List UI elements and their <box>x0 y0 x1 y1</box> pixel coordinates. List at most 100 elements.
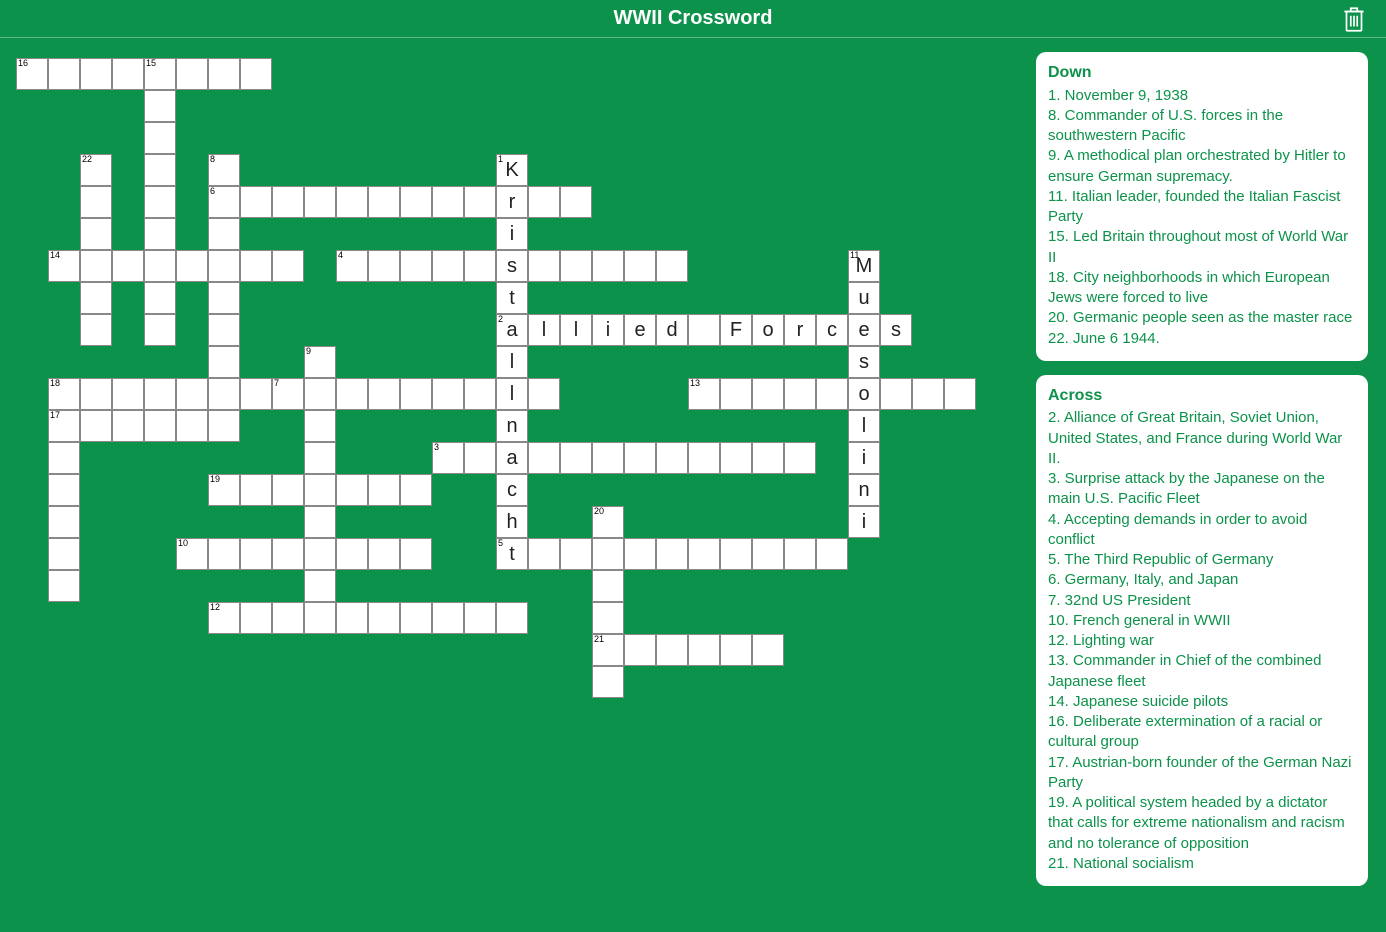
crossword-cell[interactable] <box>112 410 144 442</box>
crossword-cell[interactable] <box>144 186 176 218</box>
crossword-cell[interactable]: i <box>592 314 624 346</box>
crossword-cell[interactable]: 18 <box>48 378 80 410</box>
clue-line[interactable]: 4. Accepting demands in order to avoid c… <box>1048 510 1356 551</box>
crossword-cell[interactable]: s <box>496 250 528 282</box>
crossword-cell[interactable] <box>528 538 560 570</box>
crossword-cell[interactable] <box>144 218 176 250</box>
crossword-cell[interactable] <box>240 474 272 506</box>
crossword-cell[interactable] <box>624 442 656 474</box>
crossword-cell[interactable] <box>592 602 624 634</box>
clue-line[interactable]: 11. Italian leader, founded the Italian … <box>1048 187 1356 228</box>
crossword-cell[interactable]: l <box>848 410 880 442</box>
crossword-cell[interactable] <box>752 378 784 410</box>
crossword-cell[interactable] <box>240 250 272 282</box>
crossword-cell[interactable] <box>208 58 240 90</box>
crossword-cell[interactable] <box>240 58 272 90</box>
crossword-cell[interactable] <box>48 474 80 506</box>
crossword-cell[interactable] <box>48 570 80 602</box>
crossword-cell[interactable]: 4 <box>336 250 368 282</box>
crossword-cell[interactable]: l <box>528 314 560 346</box>
crossword-cell[interactable] <box>80 410 112 442</box>
crossword-cell[interactable] <box>464 442 496 474</box>
crossword-cell[interactable] <box>240 186 272 218</box>
crossword-cell[interactable] <box>48 538 80 570</box>
crossword-cell[interactable] <box>144 282 176 314</box>
clue-line[interactable]: 15. Led Britain throughout most of World… <box>1048 227 1356 268</box>
crossword-cell[interactable] <box>240 538 272 570</box>
crossword-cell[interactable] <box>336 538 368 570</box>
crossword-cell[interactable] <box>560 442 592 474</box>
crossword-cell[interactable] <box>656 250 688 282</box>
crossword-cell[interactable] <box>944 378 976 410</box>
crossword-cell[interactable]: r <box>496 186 528 218</box>
crossword-cell[interactable] <box>272 474 304 506</box>
crossword-cell[interactable]: o <box>848 378 880 410</box>
crossword-cell[interactable] <box>144 122 176 154</box>
crossword-cell[interactable] <box>560 186 592 218</box>
crossword-cell[interactable] <box>400 602 432 634</box>
clue-line[interactable]: 7. 32nd US President <box>1048 591 1356 611</box>
clue-line[interactable]: 19. A political system headed by a dicta… <box>1048 793 1356 854</box>
crossword-cell[interactable] <box>208 410 240 442</box>
crossword-cell[interactable]: n <box>496 410 528 442</box>
crossword-cell[interactable]: r <box>784 314 816 346</box>
crossword-cell[interactable]: u <box>848 282 880 314</box>
crossword-cell[interactable] <box>368 250 400 282</box>
crossword-cell[interactable] <box>752 442 784 474</box>
crossword-cell[interactable] <box>592 570 624 602</box>
crossword-cell[interactable] <box>688 538 720 570</box>
crossword-cell[interactable] <box>624 250 656 282</box>
crossword-cell[interactable]: 15 <box>144 58 176 90</box>
clue-line[interactable]: 6. Germany, Italy, and Japan <box>1048 570 1356 590</box>
crossword-cell[interactable] <box>272 186 304 218</box>
crossword-cell[interactable] <box>400 538 432 570</box>
crossword-cell[interactable] <box>400 186 432 218</box>
clue-line[interactable]: 22. June 6 1944. <box>1048 329 1356 349</box>
clue-line[interactable]: 17. Austrian-born founder of the German … <box>1048 753 1356 794</box>
crossword-cell[interactable] <box>80 250 112 282</box>
crossword-cell[interactable] <box>80 282 112 314</box>
crossword-cell[interactable] <box>432 250 464 282</box>
crossword-cell[interactable] <box>48 506 80 538</box>
crossword-cell[interactable] <box>464 602 496 634</box>
crossword-cell[interactable] <box>688 442 720 474</box>
crossword-cell[interactable] <box>304 378 336 410</box>
crossword-cell[interactable]: i <box>496 218 528 250</box>
crossword-cell[interactable] <box>336 602 368 634</box>
crossword-cell[interactable] <box>144 250 176 282</box>
crossword-cell[interactable] <box>624 538 656 570</box>
crossword-cell[interactable] <box>464 378 496 410</box>
crossword-cell[interactable] <box>368 378 400 410</box>
clue-line[interactable]: 14. Japanese suicide pilots <box>1048 692 1356 712</box>
crossword-cell[interactable] <box>304 442 336 474</box>
clue-line[interactable]: 2. Alliance of Great Britain, Soviet Uni… <box>1048 408 1356 469</box>
crossword-cell[interactable] <box>304 570 336 602</box>
crossword-cell[interactable] <box>592 666 624 698</box>
crossword-cell[interactable] <box>80 218 112 250</box>
crossword-cell[interactable] <box>240 378 272 410</box>
crossword-cell[interactable] <box>656 634 688 666</box>
crossword-cell[interactable] <box>304 538 336 570</box>
crossword-cell[interactable] <box>272 602 304 634</box>
crossword-cell[interactable]: 10 <box>176 538 208 570</box>
crossword-cell[interactable] <box>784 538 816 570</box>
crossword-cell[interactable] <box>400 378 432 410</box>
crossword-cell[interactable] <box>208 314 240 346</box>
crossword-cell[interactable]: 7 <box>272 378 304 410</box>
crossword-cell[interactable] <box>144 90 176 122</box>
crossword-cell[interactable] <box>80 186 112 218</box>
clue-line[interactable]: 9. A methodical plan orchestrated by Hit… <box>1048 146 1356 187</box>
crossword-cell[interactable] <box>496 602 528 634</box>
clue-line[interactable]: 8. Commander of U.S. forces in the south… <box>1048 106 1356 147</box>
clue-line[interactable]: 21. National socialism <box>1048 854 1356 874</box>
crossword-cell[interactable] <box>208 282 240 314</box>
crossword-cell[interactable] <box>304 602 336 634</box>
crossword-cell[interactable] <box>48 58 80 90</box>
crossword-cell[interactable] <box>688 314 720 346</box>
crossword-cell[interactable] <box>752 538 784 570</box>
crossword-cell[interactable] <box>304 506 336 538</box>
crossword-cell[interactable] <box>112 58 144 90</box>
crossword-cell[interactable]: 11M <box>848 250 880 282</box>
crossword-cell[interactable]: 21 <box>592 634 624 666</box>
crossword-cell[interactable]: l <box>496 378 528 410</box>
